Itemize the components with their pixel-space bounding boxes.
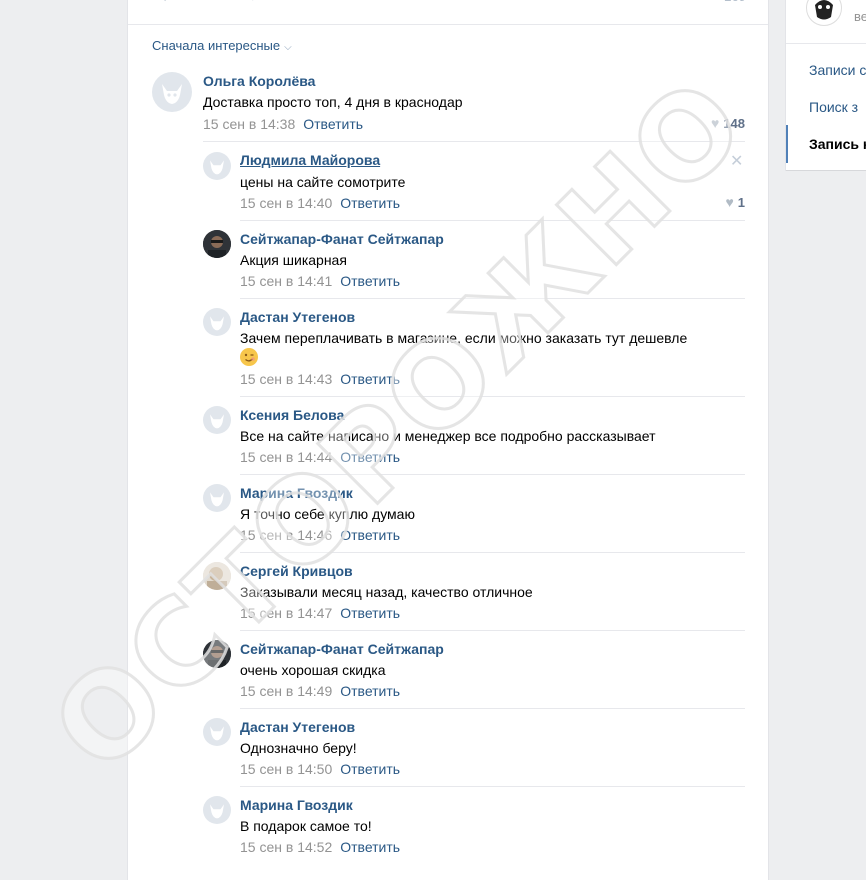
comment-time[interactable]: 15 сен в 14:43 [240,371,332,387]
divider [240,298,745,299]
divider [240,396,745,397]
comment-text: Зачем переплачивать в магазине, если мож… [240,330,688,346]
avatar[interactable] [203,484,231,512]
comment-meta: 15 сен в 14:46 Ответить [240,526,400,544]
like-count: 1 [737,195,745,210]
comment-meta: 15 сен в 14:52 Ответить [240,838,400,856]
comment-text: Все на сайте написано и менеджер все под… [240,428,656,444]
comment-time[interactable]: 15 сен в 14:47 [240,605,332,621]
reply-button[interactable]: Ответить [340,839,400,855]
comment-author[interactable]: Сейтжапар-Фанат Сейтжапар [240,640,444,658]
reply-button[interactable]: Ответить [303,116,363,132]
reply-button[interactable]: Ответить [340,761,400,777]
comment-time[interactable]: 15 сен в 14:52 [240,839,332,855]
reply-button[interactable]: Ответить [340,683,400,699]
active-indicator [786,125,788,163]
like-icon[interactable]: ♡ [158,0,172,5]
divider [240,220,745,221]
menu-item-search[interactable]: Поиск з [809,99,858,115]
comment-author[interactable]: Сейтжапар-Фанат Сейтжапар [240,230,444,248]
reply-button[interactable]: Ответить [340,273,400,289]
comment-text: цены на сайте сомотрите [240,174,406,190]
divider [203,141,745,142]
avatar[interactable] [203,230,231,258]
avatar[interactable] [203,796,231,824]
comment-text: очень хорошая скидка [240,662,386,678]
divider [240,708,745,709]
comment-icon[interactable]: ◌ [248,0,258,5]
reply-button[interactable]: Ответить [340,605,400,621]
comment-time[interactable]: 15 сен в 14:46 [240,527,332,543]
avatar[interactable] [152,72,192,112]
menu-item-posts[interactable]: Записи с [809,62,866,78]
chevron-down-icon: ⌵ [284,42,292,53]
comment-meta: 15 сен в 14:43 Ответить [240,370,400,388]
comment-meta: 15 сен в 14:41 Ответить [240,272,400,290]
divider [240,630,745,631]
reply-button[interactable]: Ответить [340,371,400,387]
comment-time[interactable]: 15 сен в 14:41 [240,273,332,289]
reply-button[interactable]: Ответить [340,527,400,543]
comments-panel: ♡ ◌ ➦ 269 Сначала интересные⌵ Ольга Коро… [128,0,768,880]
avatar[interactable] [203,308,231,336]
comment-author[interactable]: Дастан Утегенов [240,308,355,326]
comment-author[interactable]: Марина Гвоздик [240,796,353,814]
avatar[interactable] [203,406,231,434]
comment-author[interactable]: Сергей Кривцов [240,562,353,580]
comment-meta: 15 сен в 14:44 Ответить [240,448,400,466]
divider [786,43,866,44]
comment-author[interactable]: Дастан Утегенов [240,718,355,736]
comment-author[interactable]: Ксения Белова [240,406,344,424]
heart-icon: ♥ [725,194,734,210]
avatar[interactable] [203,718,231,746]
like-button[interactable]: ♥ 148 [711,115,745,132]
comment-text: Акция шикарная [240,252,347,268]
comment-time[interactable]: 15 сен в 14:49 [240,683,332,699]
comment-meta: 15 сен в 14:47 Ответить [240,604,400,622]
menu-item-post[interactable]: Запись н [809,136,866,152]
comment-meta: 15 сен в 14:38 Ответить [203,115,363,133]
comment-author[interactable]: Ольга Королёва [203,72,315,90]
winking-face-icon [240,348,258,367]
sort-label: Сначала интересные [152,38,281,53]
sort-dropdown[interactable]: Сначала интересные ⌵ [152,38,292,56]
comment-author[interactable]: Марина Гвоздик [240,484,353,502]
comment-text: Заказывали месяц назад, качество отлично… [240,584,533,600]
comment-meta: 15 сен в 14:40 Ответить [240,194,400,212]
heart-icon: ♥ [710,115,720,131]
avatar[interactable] [203,640,231,668]
comment-time[interactable]: 15 сен в 14:44 [240,449,332,465]
comment-text: В подарок самое то! [240,818,372,834]
comment-text: Однозначно беру! [240,740,357,756]
divider [240,552,745,553]
share-icon[interactable]: ➦ [340,0,353,5]
like-count: 148 [723,116,745,131]
comment-meta: 15 сен в 14:49 Ответить [240,682,400,700]
comment-author[interactable]: Людмила Майорова [240,151,380,169]
group-subtitle: ве [854,9,866,24]
avatar[interactable] [203,562,231,590]
comment-text: Я точно себе куплю думаю [240,506,415,522]
comment-text: Доставка просто топ, 4 дня в краснодар [203,94,463,110]
comment-time[interactable]: 15 сен в 14:38 [203,116,295,132]
comment-time[interactable]: 15 сен в 14:40 [240,195,332,211]
views-count: 269 [724,0,746,4]
divider [240,786,745,787]
comment-time[interactable]: 15 сен в 14:50 [240,761,332,777]
group-avatar[interactable] [806,0,842,26]
like-button[interactable]: ♥ 1 [725,194,745,211]
reply-button[interactable]: Ответить [340,449,400,465]
post-actions-bar: ♡ ◌ ➦ 269 [128,0,768,25]
close-icon[interactable]: ✕ [730,154,743,170]
reply-button[interactable]: Ответить [340,195,400,211]
avatar[interactable] [203,152,231,180]
comment-meta: 15 сен в 14:50 Ответить [240,760,400,778]
divider [240,474,745,475]
right-menu-panel: ве Записи с Поиск з Запись н [786,0,866,170]
